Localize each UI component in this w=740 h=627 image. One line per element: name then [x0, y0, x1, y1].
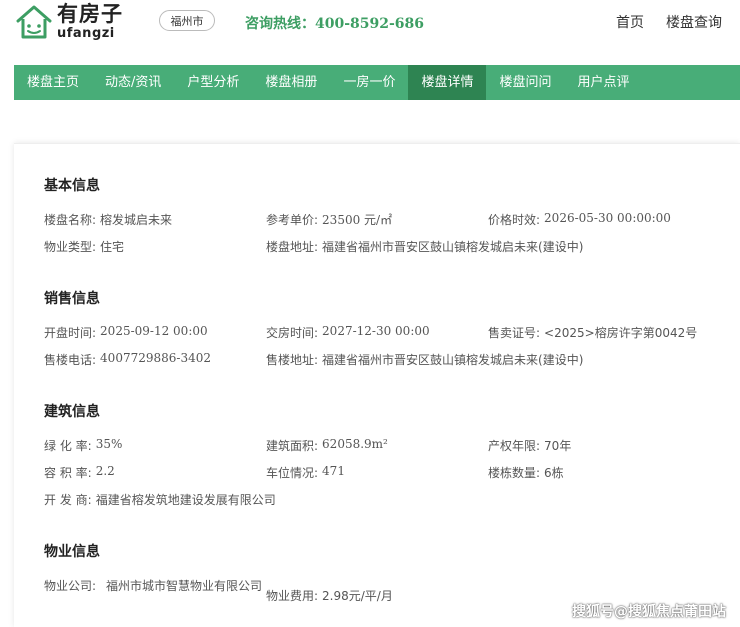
- logo-subtitle: ufangzi: [57, 26, 115, 41]
- logo-title: 有房子: [57, 2, 123, 26]
- field-sales-address: 售楼地址: 福建省福州市晋安区鼓山镇榕发城启未来(建设中): [266, 353, 584, 367]
- tab-home[interactable]: 楼盘主页: [14, 65, 92, 100]
- field-project-name: 楼盘名称: 榕发城启未来: [44, 213, 173, 227]
- field-green-rate: 绿 化 率: 35%: [44, 437, 123, 453]
- field-reference-price: 参考单价: 23500 元/㎡: [266, 213, 393, 227]
- field-plot-ratio: 容 积 率: 2.2: [44, 464, 115, 480]
- field-property-type: 物业类型: 住宅: [44, 240, 125, 254]
- field-project-address: 楼盘地址: 福建省福州市晋安区鼓山镇榕发城启未来(建设中): [266, 240, 584, 254]
- top-nav-search[interactable]: 楼盘查询: [666, 12, 722, 32]
- city-selector[interactable]: 福州市: [159, 10, 215, 31]
- watermark: 搜狐号@搜狐焦点莆田站: [572, 604, 726, 620]
- section-title-basic: 基本信息: [44, 178, 100, 194]
- tab-album[interactable]: 楼盘相册: [252, 65, 330, 100]
- site-header: 有房子 ufangzi 福州市 咨询热线：400-8592-686 首页 楼盘查…: [0, 0, 740, 48]
- tab-news[interactable]: 动态/资讯: [92, 65, 174, 100]
- hotline-label: 咨询热线：: [245, 16, 315, 32]
- house-icon: [16, 5, 52, 39]
- field-property-fee: 物业费用: 2.98元/平/月: [266, 589, 393, 603]
- tab-details[interactable]: 楼盘详情: [408, 65, 487, 100]
- top-nav-home[interactable]: 首页: [616, 12, 644, 32]
- section-title-sales: 销售信息: [44, 291, 100, 307]
- project-navbar: 楼盘主页 动态/资讯 户型分析 楼盘相册 一房一价 楼盘详情 楼盘问问 用户点评: [14, 65, 740, 100]
- top-nav: 首页 楼盘查询: [616, 12, 722, 32]
- field-delivery-time: 交房时间: 2027-12-30 00:00: [266, 324, 430, 340]
- field-parking: 车位情况: 471: [266, 464, 345, 480]
- field-building-count: 楼栋数量: 6栋: [488, 466, 564, 480]
- field-property-term: 产权年限: 70年: [488, 439, 572, 453]
- site-logo[interactable]: 有房子 ufangzi: [14, 0, 123, 44]
- field-sales-phone: 售楼电话: 4007729886-3402: [44, 351, 211, 367]
- details-card: 基本信息 楼盘名称: 榕发城启未来 参考单价: 23500 元/㎡ 价格时效: 202…: [14, 143, 740, 627]
- tab-unit-prices[interactable]: 一房一价: [330, 65, 408, 100]
- field-developer: 开 发 商: 福建省榕发筑地建设发展有限公司: [44, 493, 276, 507]
- tab-reviews[interactable]: 用户点评: [564, 65, 642, 100]
- hotline-number: 400-8592-686: [315, 16, 425, 32]
- field-opening-time: 开盘时间: 2025-09-12 00:00: [44, 324, 208, 340]
- section-title-property: 物业信息: [44, 544, 100, 560]
- section-title-building: 建筑信息: [44, 404, 100, 420]
- tab-floorplans[interactable]: 户型分析: [174, 65, 252, 100]
- field-building-area: 建筑面积: 62058.9m²: [266, 437, 388, 453]
- field-price-validity: 价格时效: 2026-05-30 00:00:00: [488, 211, 671, 227]
- hotline: 咨询热线：400-8592-686: [245, 13, 424, 33]
- field-sales-permit: 售卖证号: <2025>榕房许字第0042号: [488, 326, 698, 340]
- tab-qa[interactable]: 楼盘问问: [486, 65, 564, 100]
